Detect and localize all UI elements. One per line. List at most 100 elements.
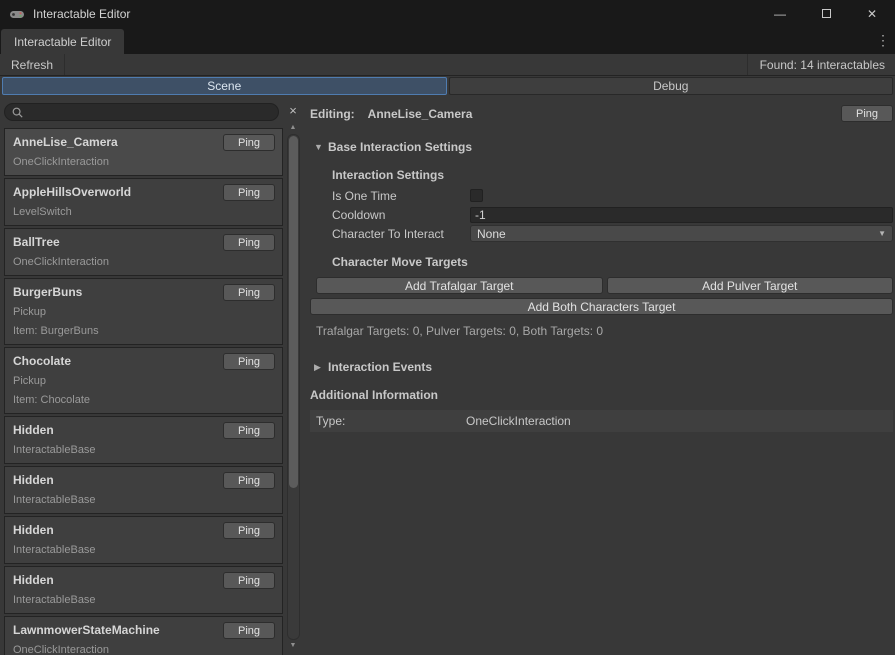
title-bar: Interactable Editor — ✕ [0, 0, 895, 27]
search-icon [12, 107, 23, 118]
tab-label: Interactable Editor [14, 35, 111, 49]
list-item[interactable]: Hidden InteractableBase Ping [4, 566, 283, 614]
ping-button[interactable]: Ping [223, 572, 275, 589]
list-item[interactable]: BallTree OneClickInteraction Ping [4, 228, 283, 276]
editing-header: Editing: AnneLise_Camera Ping [310, 104, 893, 124]
editor-tab-strip: Interactable Editor ⋮ [0, 27, 895, 54]
list-item[interactable]: Hidden InteractableBase Ping [4, 516, 283, 564]
scrollbar-thumb[interactable] [289, 136, 298, 488]
window-controls: — ✕ [757, 0, 895, 27]
character-move-targets-header: Character Move Targets [332, 255, 893, 269]
interactable-type: InteractableBase [13, 544, 274, 556]
type-label: Type: [310, 414, 466, 428]
interactable-type: InteractableBase [13, 444, 274, 456]
foldout-open-icon: ▼ [314, 142, 328, 152]
interactable-type: OneClickInteraction [13, 156, 274, 168]
mode-tabs: Scene Debug [0, 76, 895, 96]
tab-debug[interactable]: Debug [449, 77, 894, 95]
inspector-panel: Editing: AnneLise_Camera Ping ▼ Base Int… [302, 96, 895, 655]
search-box[interactable] [4, 103, 279, 121]
close-icon: ✕ [867, 7, 877, 21]
close-button[interactable]: ✕ [849, 0, 895, 27]
list-item[interactable]: LawnmowerStateMachine OneClickInteractio… [4, 616, 283, 655]
target-buttons-row: Add Trafalgar Target Add Pulver Target [316, 277, 893, 294]
search-input[interactable] [28, 105, 271, 119]
type-value: OneClickInteraction [466, 414, 571, 428]
interactable-type: Pickup [13, 375, 274, 387]
additional-information-header: Additional Information [310, 388, 893, 402]
list-item[interactable]: Hidden InteractableBase Ping [4, 416, 283, 464]
list-item[interactable]: AnneLise_Camera OneClickInteraction Ping [4, 128, 283, 176]
search-row [4, 103, 283, 121]
interactable-editor-window: Interactable Editor — ✕ Interactable Edi… [0, 0, 895, 655]
app-icon [9, 6, 25, 22]
list-item[interactable]: AppleHillsOverworld LevelSwitch Ping [4, 178, 283, 226]
is-one-time-checkbox[interactable] [470, 189, 483, 202]
foldout-base-interaction-settings[interactable]: ▼ Base Interaction Settings [314, 140, 893, 154]
scroll-up-icon[interactable]: ▲ [290, 123, 297, 133]
ping-button[interactable]: Ping [223, 622, 275, 639]
ping-button[interactable]: Ping [223, 422, 275, 439]
targets-summary: Trafalgar Targets: 0, Pulver Targets: 0,… [316, 324, 893, 338]
main-content: AnneLise_Camera OneClickInteraction Ping… [0, 96, 895, 655]
maximize-button[interactable] [803, 0, 849, 27]
cooldown-field[interactable] [470, 207, 893, 223]
interactable-type: InteractableBase [13, 594, 274, 606]
list-column: AnneLise_Camera OneClickInteraction Ping… [0, 96, 285, 655]
scrollbar-track[interactable] [287, 134, 300, 640]
chevron-down-icon: ▼ [878, 229, 886, 238]
interactable-type: OneClickInteraction [13, 644, 274, 655]
ping-button[interactable]: Ping [223, 353, 275, 370]
foldout-interaction-events[interactable]: ▶ Interaction Events [314, 360, 893, 374]
window-title: Interactable Editor [33, 7, 130, 21]
interactable-type: Pickup [13, 306, 274, 318]
list-item[interactable]: Hidden InteractableBase Ping [4, 466, 283, 514]
list-scrollbar[interactable]: ▲ ▼ [287, 123, 300, 651]
minimize-button[interactable]: — [757, 0, 803, 27]
ping-button[interactable]: Ping [223, 184, 275, 201]
interactable-item-info: Item: Chocolate [13, 394, 274, 406]
list-item[interactable]: BurgerBuns Pickup Item: BurgerBuns Ping [4, 278, 283, 345]
is-one-time-label: Is One Time [332, 189, 470, 203]
character-to-interact-label: Character To Interact [332, 227, 470, 241]
kebab-menu-icon[interactable]: ⋮ [876, 32, 890, 49]
ping-button[interactable]: Ping [223, 522, 275, 539]
add-pulver-target-button[interactable]: Add Pulver Target [607, 277, 894, 294]
editing-label: Editing: [310, 107, 355, 121]
type-row: Type: OneClickInteraction [310, 410, 893, 432]
tab-scene[interactable]: Scene [2, 77, 447, 95]
maximize-icon [822, 9, 831, 18]
tab-interactable-editor[interactable]: Interactable Editor [1, 29, 124, 54]
search-clear-button[interactable]: × [289, 104, 297, 120]
cooldown-row: Cooldown [332, 205, 893, 224]
scroll-down-icon[interactable]: ▼ [290, 641, 297, 651]
found-count-label: Found: 14 interactables [747, 54, 895, 75]
is-one-time-row: Is One Time [332, 186, 893, 205]
foldout-closed-icon: ▶ [314, 362, 328, 373]
list-scroll-column: × ▲ ▼ [285, 96, 302, 655]
ping-button[interactable]: Ping [223, 284, 275, 301]
interaction-settings-header: Interaction Settings [332, 168, 893, 182]
ping-button[interactable]: Ping [223, 472, 275, 489]
add-trafalgar-target-button[interactable]: Add Trafalgar Target [316, 277, 603, 294]
ping-button[interactable]: Ping [223, 134, 275, 151]
interactable-item-info: Item: BurgerBuns [13, 325, 274, 337]
cooldown-label: Cooldown [332, 208, 470, 222]
dropdown-value: None [477, 227, 506, 241]
scene-list-panel: AnneLise_Camera OneClickInteraction Ping… [0, 96, 302, 655]
character-to-interact-row: Character To Interact None ▼ [332, 224, 893, 243]
foldout-label: Interaction Events [328, 360, 432, 374]
refresh-button[interactable]: Refresh [0, 54, 65, 75]
foldout-label: Base Interaction Settings [328, 140, 472, 154]
interactable-list: AnneLise_Camera OneClickInteraction Ping… [4, 128, 283, 655]
toolbar: Refresh Found: 14 interactables [0, 54, 895, 76]
ping-button[interactable]: Ping [223, 234, 275, 251]
editing-value: AnneLise_Camera [368, 107, 473, 121]
ping-button[interactable]: Ping [841, 105, 893, 122]
list-item[interactable]: Chocolate Pickup Item: Chocolate Ping [4, 347, 283, 414]
both-target-button-row: Add Both Characters Target [310, 298, 893, 315]
character-to-interact-dropdown[interactable]: None ▼ [470, 225, 893, 242]
add-both-characters-target-button[interactable]: Add Both Characters Target [310, 298, 893, 315]
interactable-type: LevelSwitch [13, 206, 274, 218]
interactable-type: InteractableBase [13, 494, 274, 506]
